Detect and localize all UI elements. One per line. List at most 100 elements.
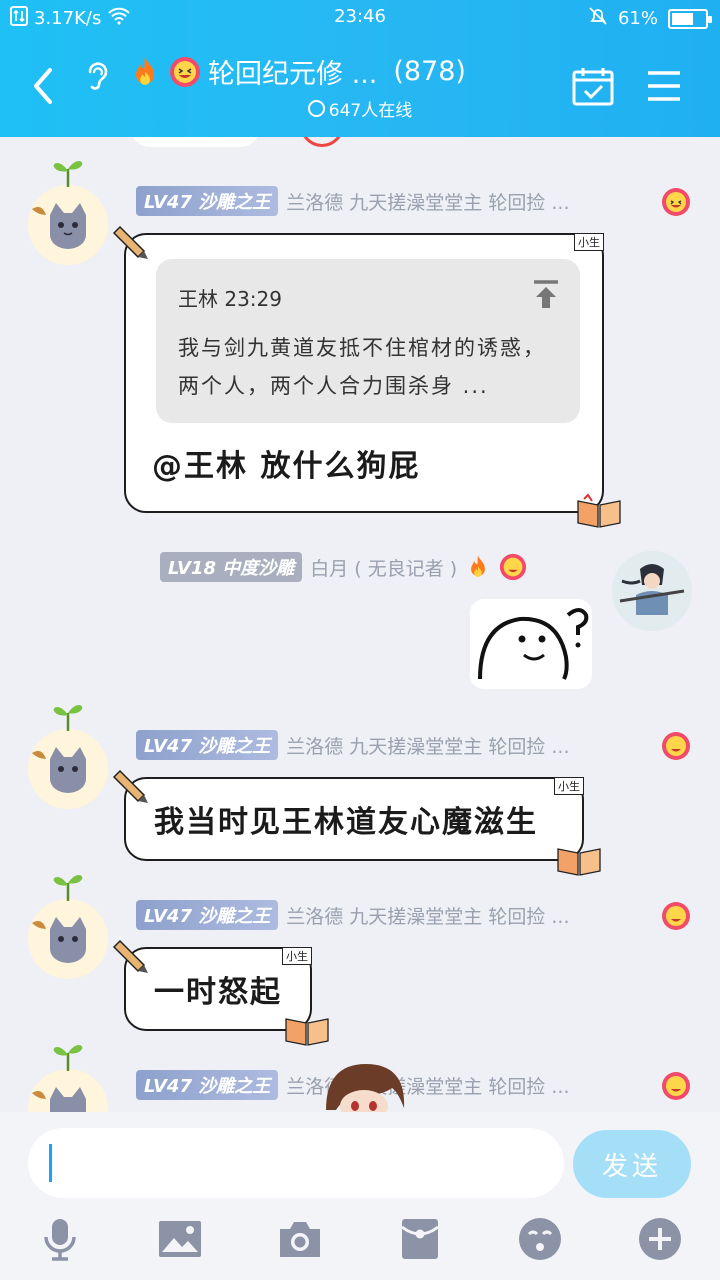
level-badge: LV47 沙雕之王 — [136, 730, 279, 760]
camera-button[interactable] — [278, 1216, 322, 1262]
book-icon — [285, 1018, 329, 1046]
sender-meta: LV47 沙雕之王 兰洛德 九天搓澡堂堂主 轮回捡 ... — [136, 186, 570, 216]
avatar-lanluode[interactable] — [28, 1045, 108, 1112]
grin-face-icon — [662, 188, 690, 216]
book-icon — [557, 848, 601, 876]
message-input[interactable] — [28, 1128, 564, 1198]
ear-mode-button[interactable] — [78, 56, 118, 96]
rank-text: 中度沙雕 — [222, 558, 295, 579]
pencil-icon — [112, 769, 148, 803]
message-bubble[interactable]: 小生 王林 23:29 我与剑九黄道友抵不住棺材的诱惑，两个人，两个人合力围杀身… — [112, 225, 621, 528]
sender-name[interactable]: 兰洛德 九天搓澡堂堂主 轮回捡 ... — [286, 188, 569, 215]
camera-icon — [280, 1222, 320, 1257]
message-list[interactable]: LV47 沙雕之王 兰洛德 九天搓澡堂堂主 轮回捡 ... 小生 王林 23:2… — [0, 137, 720, 1112]
sender-name[interactable]: 兰洛德 九天搓澡堂堂主 轮回捡 ... — [286, 902, 569, 929]
rank-text: 沙雕之王 — [198, 906, 271, 927]
ear-icon — [88, 62, 108, 90]
sprout-icon — [53, 705, 83, 731]
avatar-lanluode[interactable] — [28, 705, 108, 809]
sender-meta: LV47 沙雕之王 兰洛德 九天搓澡堂堂主 轮回捡 ... — [136, 900, 570, 930]
online-label: 647人在线 — [328, 101, 413, 121]
sprout-icon — [53, 161, 83, 187]
sprout-icon — [53, 875, 83, 901]
quote-author: 王林 23:29 — [178, 287, 282, 311]
quote-text: 我与剑九黄道友抵不住棺材的诱惑，两个人，两个人合力围杀身 ... — [178, 336, 546, 398]
sprout-icon — [53, 1045, 83, 1071]
mute-bell-icon — [588, 6, 608, 31]
message-text: 一时怒起 — [154, 975, 282, 1010]
jump-to-top-icon[interactable] — [532, 279, 560, 309]
emoji-icon — [519, 1218, 561, 1260]
sender-name[interactable]: 兰洛德 九天搓澡堂堂主 轮回捡 ... — [286, 732, 569, 759]
level-text: LV18 — [168, 558, 216, 579]
pencil-icon — [112, 939, 148, 973]
flame-icon — [136, 56, 154, 85]
level-text: LV47 — [144, 192, 192, 213]
level-badge: LV47 沙雕之王 — [136, 900, 279, 930]
message-text: @王林 放什么狗屁 — [152, 449, 421, 484]
emoji-button[interactable] — [518, 1216, 562, 1262]
avatar-lanluode[interactable] — [28, 875, 108, 979]
member-count: (878) — [393, 56, 466, 87]
sticker-message[interactable] — [470, 599, 592, 689]
level-text: LV47 — [144, 1076, 192, 1097]
chat-header: 3.17K/s 23:46 61% 轮回纪元修 ... (878) 647人在线 — [0, 0, 720, 137]
status-bar: 3.17K/s 23:46 61% — [0, 0, 720, 34]
book-icon — [577, 493, 621, 528]
image-button[interactable] — [158, 1216, 202, 1262]
avatar-lanluode[interactable] — [28, 161, 108, 265]
level-badge: LV47 沙雕之王 — [136, 1070, 279, 1100]
quoted-message[interactable]: 王林 23:29 我与剑九黄道友抵不住棺材的诱惑，两个人，两个人合力围杀身 ..… — [156, 259, 580, 423]
rank-text: 沙雕之王 — [198, 1076, 271, 1097]
mic-icon — [44, 1219, 76, 1261]
input-panel: 发送 — [0, 1112, 720, 1280]
title-tag: 小生 — [574, 233, 604, 251]
level-badge: LV18 中度沙雕 — [160, 552, 303, 582]
more-button[interactable] — [638, 1216, 682, 1262]
grin-face-icon — [500, 553, 527, 581]
pet-character-image[interactable] — [320, 1060, 406, 1120]
calendar-check-icon — [572, 68, 614, 106]
message-bubble[interactable]: 小生 我当时见王林道友心魔滋生 — [112, 769, 601, 876]
ghost-sticker-image — [478, 608, 589, 680]
sender-name[interactable]: 白月 ( 无良记者 ) — [310, 554, 457, 581]
cat-avatar-image — [28, 1069, 108, 1112]
sender-meta: LV47 沙雕之王 兰洛德 九天搓澡堂堂主 轮回捡 ... — [136, 730, 570, 760]
rank-text: 沙雕之王 — [198, 192, 271, 213]
title-tag: 小生 — [282, 947, 312, 965]
red-packet-icon — [401, 1219, 439, 1259]
message-text: 我当时见王林道友心魔滋生 — [154, 805, 538, 840]
checkin-button[interactable] — [572, 66, 614, 106]
group-name: 轮回纪元修 ... — [208, 59, 378, 90]
online-ring-icon — [307, 100, 325, 117]
cat-avatar-image — [28, 729, 108, 809]
image-icon — [159, 1221, 201, 1257]
warrior-avatar-image — [612, 551, 692, 631]
grin-face-icon — [662, 732, 690, 760]
grin-face-icon — [662, 1072, 690, 1100]
text-caret — [49, 1144, 52, 1182]
cat-avatar-image — [28, 899, 108, 979]
pencil-icon — [112, 225, 148, 259]
sender-meta: LV18 中度沙雕 白月 ( 无良记者 ) — [160, 552, 527, 582]
menu-icon — [648, 71, 680, 101]
battery-icon — [668, 8, 712, 29]
level-text: LV47 — [144, 906, 192, 927]
level-text: LV47 — [144, 736, 192, 757]
rank-text: 沙雕之王 — [198, 736, 271, 757]
plus-icon — [639, 1218, 681, 1260]
group-title[interactable]: 轮回纪元修 ... (878) — [128, 52, 466, 91]
avatar-baiyue[interactable] — [612, 551, 692, 631]
flame-icon — [471, 555, 486, 577]
send-button[interactable]: 发送 — [573, 1130, 691, 1198]
previous-sticker-fragment — [130, 137, 260, 147]
previous-badge-fragment — [300, 137, 344, 147]
battery-percent: 61% — [617, 8, 658, 29]
message-bubble[interactable]: 小生 一时怒起 — [112, 939, 329, 1046]
level-badge: LV47 沙雕之王 — [136, 186, 279, 216]
menu-button[interactable] — [646, 70, 682, 102]
cat-avatar-image — [28, 185, 108, 265]
red-packet-button[interactable] — [398, 1216, 442, 1262]
voice-button[interactable] — [38, 1216, 82, 1262]
grin-face-icon — [170, 56, 200, 87]
